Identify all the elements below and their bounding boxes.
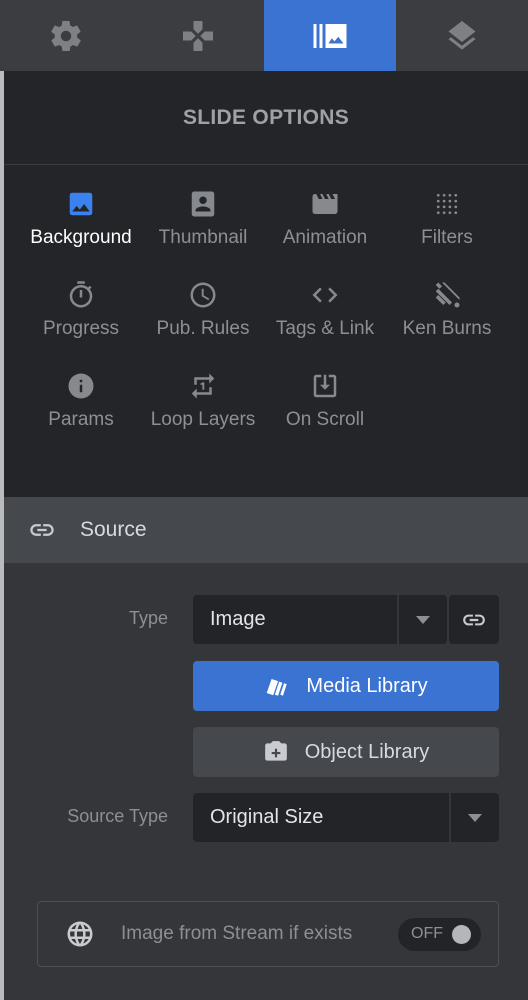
type-select-value: Image [210, 608, 266, 630]
option-label: Loop Layers [150, 409, 256, 430]
image-from-stream-toggle[interactable]: OFF [398, 917, 481, 951]
navigation-icon [183, 20, 213, 51]
ken-burns-icon [435, 282, 460, 308]
option-on-scroll[interactable]: On Scroll [264, 371, 386, 462]
toggle-knob [452, 924, 471, 944]
media-library-label: Media Library [306, 674, 428, 697]
option-pub-rules[interactable]: Pub. Rules [142, 280, 264, 371]
option-label: Progress [42, 318, 120, 339]
tab-general-settings[interactable] [0, 0, 132, 71]
option-label: Background [30, 227, 132, 248]
option-ken-burns[interactable]: Ken Burns [386, 280, 508, 371]
download-box-icon [313, 374, 337, 398]
option-loop-layers[interactable]: Loop Layers [142, 371, 264, 462]
option-tags-link[interactable]: Tags & Link [264, 280, 386, 371]
tab-layers[interactable] [396, 0, 528, 71]
option-label: Pub. Rules [156, 318, 250, 339]
gear-icon [51, 20, 81, 51]
option-animation[interactable]: Animation [264, 189, 386, 280]
toggle-state-label: OFF [411, 925, 443, 942]
option-progress[interactable]: Progress [20, 280, 142, 371]
chevron-down-icon [468, 813, 482, 822]
top-tab-bar [0, 0, 528, 71]
source-type-value: Original Size [210, 806, 324, 828]
movie-icon [312, 194, 338, 214]
slide-options-title: SLIDE OPTIONS [4, 71, 528, 165]
image-from-stream-label: Image from Stream if exists [121, 923, 353, 944]
grain-icon [436, 193, 458, 215]
option-label: On Scroll [285, 409, 365, 430]
type-select[interactable]: Image [193, 595, 447, 644]
timer-icon [69, 281, 93, 308]
layers-icon [448, 20, 476, 50]
camera-plus-icon [264, 741, 287, 761]
slide-editor-panel: SLIDE OPTIONS Background Thumbnail Anima… [0, 0, 528, 1000]
link-icon [30, 524, 54, 536]
chevron-down-icon [416, 615, 430, 624]
source-type-label: Source Type [67, 806, 168, 826]
link-icon [463, 614, 485, 625]
option-filters[interactable]: Filters [386, 189, 508, 280]
type-select-caret[interactable] [397, 595, 447, 644]
slide-options-section: SLIDE OPTIONS Background Thumbnail Anima… [4, 71, 528, 497]
media-library-button[interactable]: Media Library [193, 661, 499, 711]
option-label: Tags & Link [275, 318, 375, 339]
option-label: Filters [421, 227, 473, 248]
globe-icon [67, 921, 93, 947]
option-thumbnail[interactable]: Thumbnail [142, 189, 264, 280]
slide-options-grid: Background Thumbnail Animation Filters P… [20, 189, 510, 462]
info-icon [68, 373, 94, 399]
option-label: Ken Burns [402, 318, 492, 339]
image-icon [69, 192, 93, 216]
object-library-label: Object Library [304, 740, 430, 763]
option-label: Params [48, 409, 114, 430]
image-from-stream-row: Image from Stream if exists OFF [37, 901, 499, 967]
tab-navigation[interactable] [132, 0, 264, 71]
repeat-one-icon [191, 373, 215, 399]
option-background[interactable]: Background [20, 189, 142, 280]
option-label: Thumbnail [158, 227, 248, 248]
tab-slide-options[interactable] [264, 0, 396, 71]
object-library-button[interactable]: Object Library [193, 727, 499, 777]
source-type-caret[interactable] [449, 793, 499, 842]
slide-image-icon [313, 23, 347, 48]
code-icon [312, 287, 338, 303]
portrait-icon [191, 191, 215, 217]
type-link-button[interactable] [449, 595, 499, 644]
option-params[interactable]: Params [20, 371, 142, 462]
source-section-header[interactable]: Source [4, 497, 528, 563]
source-type-select[interactable]: Original Size [193, 793, 499, 842]
source-title: Source [80, 518, 147, 541]
media-stack-icon [267, 678, 288, 696]
type-label: Type [128, 608, 168, 628]
clock-icon [190, 282, 216, 308]
option-label: Animation [282, 227, 368, 248]
